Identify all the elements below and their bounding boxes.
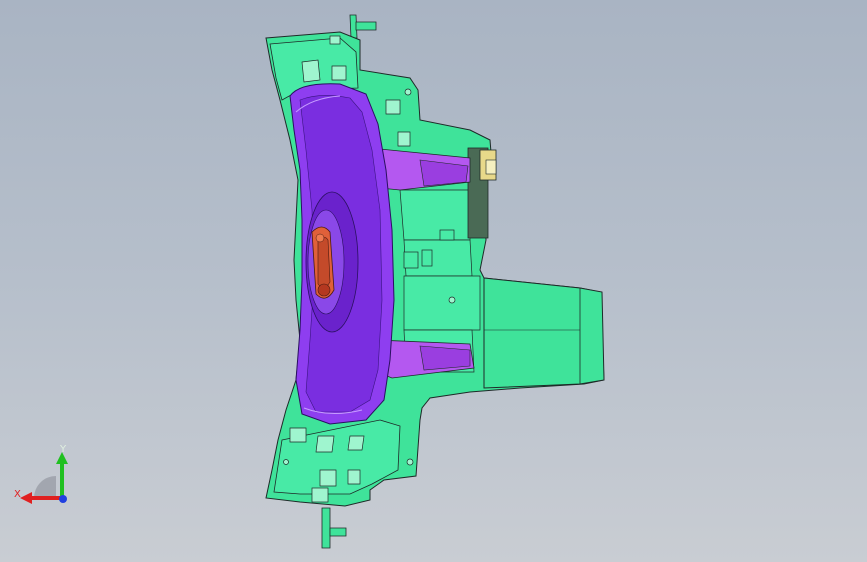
graphics-viewport[interactable]: Y X [0,0,867,562]
triad-plane-indicator [34,476,56,498]
cad-model[interactable] [0,0,867,562]
side-box [483,277,605,389]
x-axis-label: X [14,489,21,500]
inflator-core [311,226,335,299]
y-axis-label: Y [59,444,67,455]
connector-strip [467,147,497,239]
top-mounting-pin [349,14,377,39]
coordinate-triad: Y X [14,444,68,504]
z-axis-arrow [59,495,67,503]
bottom-mounting-pin [321,507,347,549]
